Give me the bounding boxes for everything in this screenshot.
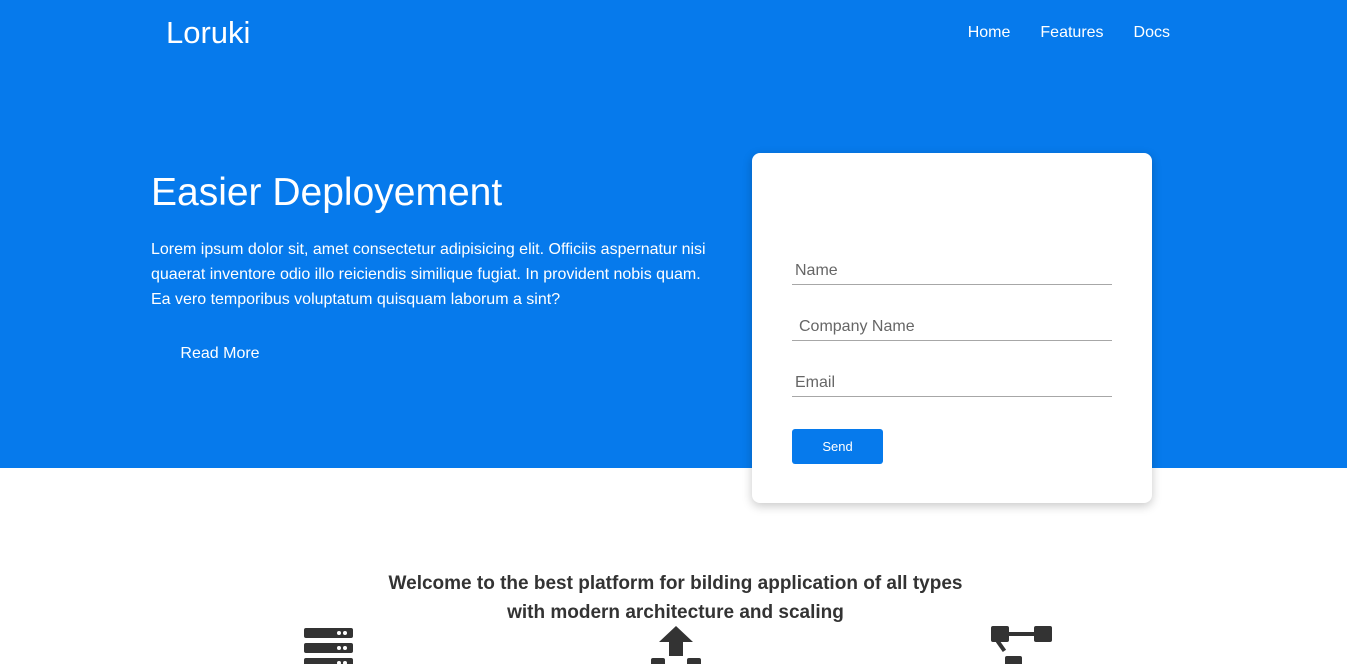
hero-description: Lorem ipsum dolor sit, amet consectetur … xyxy=(151,241,706,308)
server-icon xyxy=(304,628,353,664)
nav-home-link[interactable]: Home xyxy=(968,23,1011,43)
upload-icon xyxy=(651,626,701,664)
company-name-input[interactable] xyxy=(792,317,1112,341)
send-button[interactable]: Send xyxy=(792,429,883,464)
email-input[interactable] xyxy=(792,373,1112,397)
name-input[interactable] xyxy=(792,261,1112,285)
nav-features-link[interactable]: Features xyxy=(1040,23,1103,43)
network-icon xyxy=(991,626,1052,664)
hero-title: Easier Deployement xyxy=(151,171,503,214)
nav-docs-link[interactable]: Docs xyxy=(1134,23,1170,43)
main-nav: Home Features Docs xyxy=(968,23,1170,43)
welcome-heading: Welcome to the best platform for bilding… xyxy=(388,573,963,623)
brand-logo[interactable]: Loruki xyxy=(166,14,250,52)
signup-form-card: Send xyxy=(752,153,1152,503)
read-more-button[interactable]: Read More xyxy=(151,336,289,372)
